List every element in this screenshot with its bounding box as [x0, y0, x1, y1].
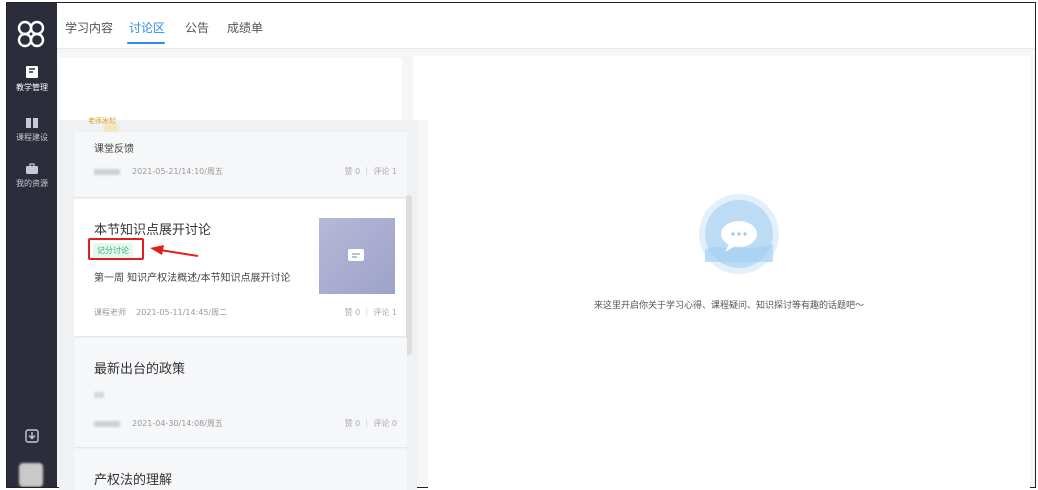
topic-thumbnail — [319, 218, 395, 294]
detail-header — [413, 56, 1030, 120]
topic-card[interactable]: 课堂反馈 2021-05-21/14:10/周五 赞 0 ｜ 评论 1 — [74, 132, 407, 198]
chat-bubble-icon — [699, 194, 779, 274]
app-logo-icon — [17, 20, 45, 48]
book-icon — [26, 118, 38, 128]
sidebar-item-teaching[interactable]: 教学管理 — [7, 65, 57, 93]
annotation-arrow-icon — [150, 245, 199, 257]
active-tab-indicator — [127, 42, 165, 44]
teaching-icon — [26, 66, 38, 78]
download-icon[interactable] — [24, 428, 40, 444]
sidebar: 教学管理 课程建设 我的资源 — [7, 3, 57, 487]
topic-stats: 赞 0 ｜ 评论 0 — [344, 419, 397, 428]
briefcase-icon — [26, 163, 38, 174]
topic-subtitle: 第一周 知识产权法概述/本节知识点展开讨论 — [94, 273, 291, 284]
scrollbar[interactable] — [406, 195, 412, 355]
tab-announcement[interactable]: 公告 — [185, 19, 209, 36]
top-bar: 学习内容 讨论区 公告 成绩单 — [57, 3, 1035, 49]
tab-discussion[interactable]: 讨论区 — [129, 19, 165, 36]
topic-title: 课堂反馈 — [94, 144, 134, 155]
topic-list-header — [59, 58, 392, 120]
topic-stats: 赞 0 ｜ 评论 1 — [344, 167, 397, 176]
topic-title: 产权法的理解 — [94, 473, 173, 488]
graded-discussion-badge: 记分讨论 — [93, 243, 133, 258]
topic-title: 本节知识点展开讨论 — [94, 223, 212, 238]
sidebar-item-course[interactable]: 课程建设 — [7, 117, 57, 143]
avatar[interactable] — [19, 463, 43, 487]
sidebar-item-label: 课程建设 — [16, 133, 48, 142]
topic-card[interactable]: 产权法的理解 — [74, 449, 407, 490]
sidebar-item-label: 教学管理 — [16, 83, 48, 92]
topic-meta: 2021-04-30/14:08/周五 — [94, 418, 223, 429]
topic-meta: 2021-05-21/14:10/周五 — [94, 166, 223, 177]
tab-gradebook[interactable]: 成绩单 — [227, 19, 263, 36]
sidebar-item-label: 我的资源 — [16, 179, 48, 188]
tag-decoration — [104, 124, 118, 132]
empty-state-text: 来这里开启你关于学习心得、课程疑问、知识探讨等有趣的话题吧～ — [594, 301, 865, 311]
topic-card[interactable]: 最新出台的政策 2021-04-30/14:08/周五 赞 0 ｜ 评论 0 — [74, 338, 407, 448]
topic-stats: 赞 0 ｜ 评论 1 — [344, 308, 397, 317]
sidebar-item-resources[interactable]: 我的资源 — [7, 163, 57, 189]
topic-meta: 课程老师 2021-05-11/14:45/周二 — [94, 308, 228, 317]
topic-title: 最新出台的政策 — [94, 362, 186, 377]
tab-learning-content[interactable]: 学习内容 — [65, 19, 113, 36]
comment-icon — [348, 249, 364, 261]
blurred-avatar — [94, 392, 104, 398]
